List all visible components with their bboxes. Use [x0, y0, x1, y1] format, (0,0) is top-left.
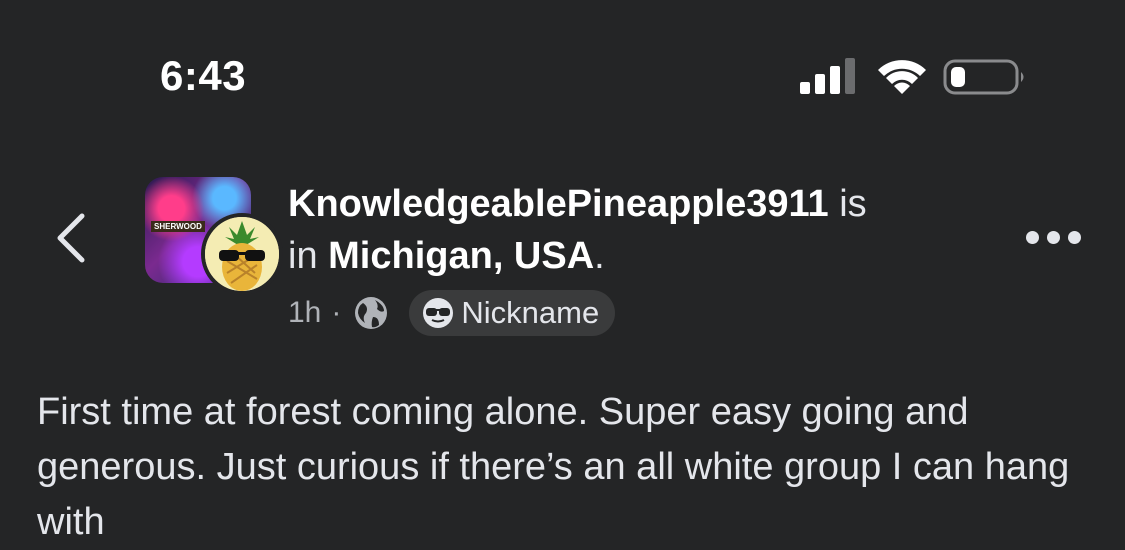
nickname-label: Nickname — [461, 295, 600, 330]
incognito-sunglasses-icon — [423, 298, 454, 328]
cellular-signal-icon — [800, 58, 855, 94]
title-period: . — [594, 235, 605, 277]
status-time: 6:43 — [160, 52, 247, 99]
meta-separator: · — [331, 296, 342, 329]
more-options-icon[interactable] — [1026, 228, 1082, 248]
author-avatar[interactable]: SHERWOOD — [145, 177, 283, 295]
post-header: SHERWOOD KnowledgeablePineapple3911 is i… — [0, 170, 1125, 350]
post-meta: 1h · Nickname — [288, 290, 616, 336]
in-text: in — [288, 235, 329, 277]
is-text: is — [828, 183, 867, 225]
location-name[interactable]: Michigan, USA — [328, 235, 594, 277]
battery-low-icon — [943, 59, 1024, 95]
post-body-text: First time at forest coming alone. Super… — [37, 391, 1070, 543]
time-ago: 1h — [288, 296, 322, 329]
wifi-icon — [878, 60, 926, 94]
back-chevron-icon[interactable] — [48, 208, 98, 268]
globe-icon — [355, 297, 388, 329]
nickname-badge[interactable]: Nickname — [409, 290, 616, 336]
status-bar: 6:43 — [0, 0, 1125, 150]
group-photo-sign: SHERWOOD — [151, 221, 205, 232]
post-title: KnowledgeablePineapple3911 is in Michiga… — [288, 178, 988, 282]
author-name[interactable]: KnowledgeablePineapple3911 — [288, 183, 829, 225]
pineapple-sunglasses-avatar — [201, 213, 283, 295]
